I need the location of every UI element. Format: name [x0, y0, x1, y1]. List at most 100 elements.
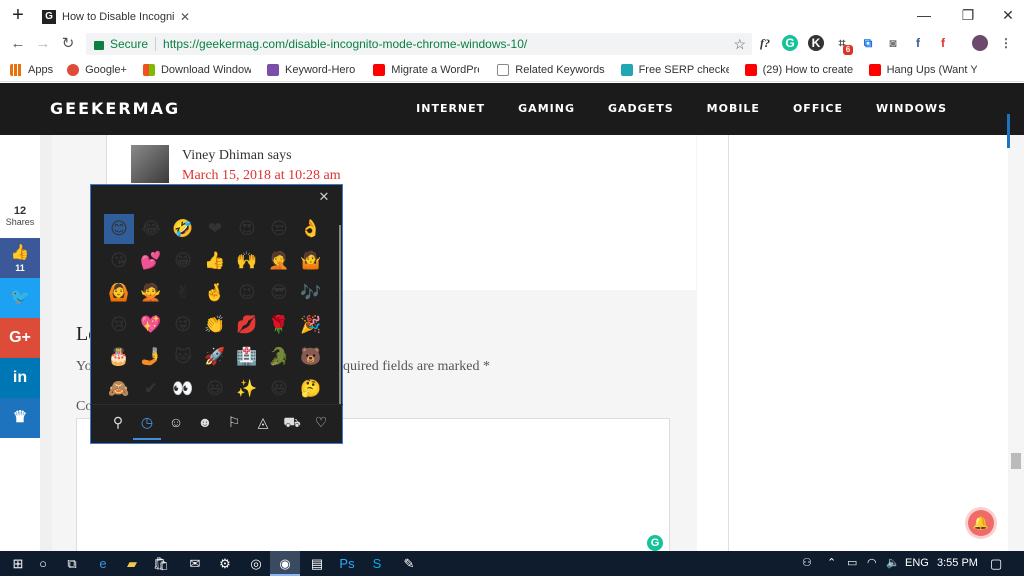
back-icon[interactable]: ← [8, 34, 28, 54]
settings-gear-icon[interactable]: ⚙ [210, 551, 240, 576]
facebook-share-button[interactable]: 👍 11 [0, 238, 40, 278]
emoji-item[interactable]: 😜 [168, 310, 198, 340]
photoshop-icon[interactable]: Ps [332, 551, 362, 576]
nav-gaming[interactable]: GAMING [518, 102, 575, 115]
emoji-item[interactable]: 🤳 [136, 342, 166, 372]
emoji-item[interactable]: 🎉 [296, 310, 326, 340]
emoji-item[interactable]: 🌹 [264, 310, 294, 340]
food-tab[interactable]: ◬ [251, 411, 275, 433]
emoji-item[interactable]: 😆 [264, 374, 294, 404]
cortana-icon[interactable]: ○ [28, 551, 58, 576]
emoji-scrollbar[interactable] [339, 225, 341, 405]
bookmark-star-icon[interactable]: ☆ [733, 36, 746, 53]
battery-icon[interactable]: ▭ [847, 551, 857, 576]
emoji-item[interactable]: 🎂 [104, 342, 134, 372]
bookmark-related-keywords[interactable]: Related Keywords [497, 63, 605, 76]
close-window-button[interactable]: ✕ [988, 4, 1024, 26]
address-bar[interactable]: Secure https://geekermag.com/disable-inc… [86, 33, 752, 55]
menu-icon[interactable]: ⋮ [998, 35, 1014, 51]
bookmark-hang-ups[interactable]: Hang Ups (Want You [868, 63, 977, 76]
emoji-item[interactable]: 🐱 [168, 342, 198, 372]
scrollbar-thumb[interactable] [1011, 453, 1021, 469]
bookmark-download-windows[interactable]: Download Windows [142, 63, 251, 76]
mail-icon[interactable]: ✉ [180, 551, 210, 576]
emoji-item[interactable]: 🤣 [168, 214, 198, 244]
heart-tab[interactable]: ♡ [309, 411, 333, 433]
emoji-item[interactable]: 💋 [232, 310, 262, 340]
emoji-item[interactable]: 😁 [168, 246, 198, 276]
emoji-item[interactable]: 🤔 [296, 374, 326, 404]
googleplus-share-button[interactable]: G+ [0, 318, 40, 358]
bookmark-keyword-hero[interactable]: Keyword-Hero [266, 63, 355, 76]
emoji-item[interactable]: 😂 [136, 214, 166, 244]
emoji-item[interactable]: ✨ [232, 374, 262, 404]
transport-tab[interactable]: ⛟ [280, 411, 304, 433]
wifi-icon[interactable]: ◠ [867, 551, 877, 576]
page-scrollbar[interactable] [1008, 135, 1024, 551]
emoji-item[interactable]: 🎶 [296, 278, 326, 308]
restore-button[interactable]: ❐ [948, 4, 988, 26]
emoji-item[interactable]: 😉 [232, 278, 262, 308]
forward-icon[interactable]: → [33, 34, 53, 54]
emoji-search-tab[interactable]: ⚲ [106, 411, 130, 433]
emoji-item[interactable]: 🤷 [296, 246, 326, 276]
grammarly-icon[interactable]: G [647, 535, 663, 551]
emoji-item[interactable]: ❤ [200, 214, 230, 244]
reload-icon[interactable]: ↻ [58, 34, 78, 54]
bookmark-how-to-create[interactable]: (29) How to create a [744, 63, 853, 76]
emoji-item[interactable]: 🏥 [232, 342, 262, 372]
emoji-item[interactable]: ✌ [168, 278, 198, 308]
nav-mobile[interactable]: MOBILE [707, 102, 760, 115]
tab-close-icon[interactable]: ✕ [180, 10, 190, 24]
emoji-item[interactable]: 👀 [168, 374, 198, 404]
browser-tab[interactable]: G How to Disable Incognito ✕ [34, 4, 190, 30]
safari-icon[interactable]: ◎ [241, 551, 271, 576]
k-extension-icon[interactable]: K [808, 35, 824, 51]
nav-gadgets[interactable]: GADGETS [608, 102, 674, 115]
bookmark-migrate-wordpress[interactable]: Migrate a WordPress [373, 63, 479, 76]
formula-extension-icon[interactable]: f? [757, 35, 773, 51]
emoji-item[interactable]: 👍 [200, 246, 230, 276]
nav-office[interactable]: OFFICE [793, 102, 843, 115]
notification-bell-icon[interactable]: 🔔 [968, 510, 994, 536]
minimize-button[interactable]: — [904, 4, 944, 26]
emoji-item[interactable]: 😎 [264, 278, 294, 308]
facebook-extension-icon[interactable]: f [910, 35, 926, 51]
emoji-item[interactable]: 👌 [296, 214, 326, 244]
emoji-item[interactable]: 😢 [104, 310, 134, 340]
action-center-icon[interactable]: ▢ [990, 551, 1002, 576]
emoji-item[interactable]: ✔ [136, 374, 166, 404]
nav-windows[interactable]: WINDOWS [876, 102, 947, 115]
emoji-item[interactable]: 🙅 [136, 278, 166, 308]
emoji-item[interactable]: 💖 [136, 310, 166, 340]
emoji-item[interactable]: 🐊 [264, 342, 294, 372]
bookmark-google-plus[interactable]: Google+ [67, 63, 127, 76]
emoji-item[interactable]: 🙌 [232, 246, 262, 276]
edge-icon[interactable]: e [88, 551, 118, 576]
site-logo[interactable]: GEEKERMAG [50, 99, 180, 118]
comment-date-link[interactable]: March 15, 2018 at 10:28 am [182, 168, 341, 184]
emoji-item[interactable]: 😒 [264, 214, 294, 244]
camera-extension-icon[interactable]: ◙ [885, 35, 901, 51]
new-tab-button[interactable]: + [9, 5, 27, 25]
emoji-item[interactable]: 🤞 [200, 278, 230, 308]
skype-icon[interactable]: S [362, 551, 392, 576]
twitter-share-button[interactable]: 🐦 [0, 278, 40, 318]
sumo-share-button[interactable]: ♛ [0, 398, 40, 438]
people-tab[interactable]: ☻ [193, 411, 217, 433]
store-icon[interactable]: 🛍 [146, 551, 176, 576]
emoji-item[interactable]: 🤦 [264, 246, 294, 276]
bookmark-apps[interactable]: Apps [10, 63, 53, 76]
emoji-item[interactable]: 🐻 [296, 342, 326, 372]
grammarly-extension-icon[interactable]: G [782, 35, 798, 51]
emoji-item[interactable]: 🙈 [104, 374, 134, 404]
notepad-icon[interactable]: ▤ [302, 551, 332, 576]
clock[interactable]: 3:55 PM [937, 551, 978, 576]
chrome-taskbar-icon[interactable]: ◉ [270, 551, 300, 576]
smiley-tab[interactable]: ☺ [164, 411, 188, 433]
emoji-item[interactable]: 😘 [104, 246, 134, 276]
people-icon[interactable]: ⚇ [802, 551, 812, 576]
emoji-item[interactable]: 💕 [136, 246, 166, 276]
emoji-item[interactable]: 🚀 [200, 342, 230, 372]
task-view-icon[interactable]: ⧉ [57, 551, 87, 576]
